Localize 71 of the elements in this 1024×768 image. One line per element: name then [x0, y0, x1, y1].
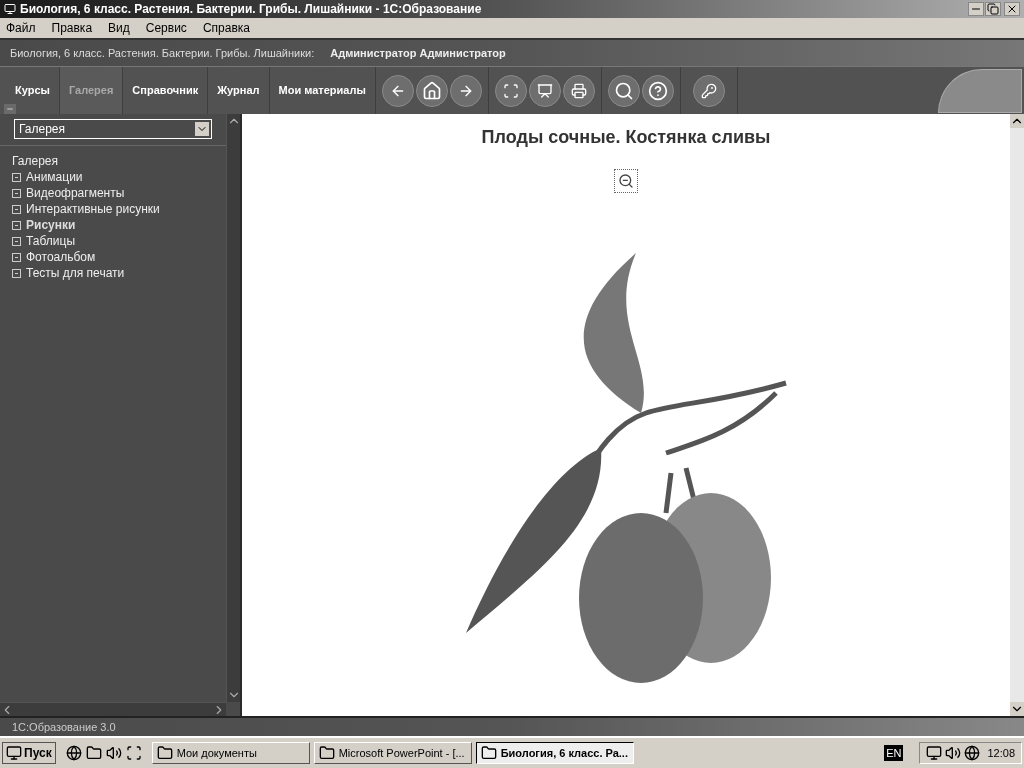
taskbar-button[interactable]: Microsoft PowerPoint - [...: [313, 742, 472, 764]
home-button[interactable]: [415, 74, 448, 107]
shortcut-icon[interactable]: [125, 745, 142, 761]
forward-button[interactable]: [449, 74, 482, 107]
home-icon: [421, 80, 442, 101]
start-button[interactable]: Пуск: [2, 742, 56, 764]
search-icon: [613, 80, 634, 101]
course-title: Биология, 6 класс. Растения. Бактерии. Грибы. Лишайники:: [10, 45, 315, 61]
fullscreen-button[interactable]: [494, 74, 527, 107]
vertical-scrollbar[interactable]: [226, 114, 240, 702]
horizontal-scrollbar[interactable]: [0, 702, 226, 716]
minimize-button[interactable]: [968, 2, 984, 16]
window-icon: [480, 745, 497, 761]
print-button[interactable]: [562, 74, 595, 107]
browser-icon[interactable]: [65, 745, 82, 761]
search-button[interactable]: [607, 74, 640, 107]
tree-root[interactable]: Галерея: [12, 153, 214, 169]
taskbar-button[interactable]: Биология, 6 класс. Ра...: [475, 742, 634, 764]
tree-item[interactable]: Рисунки: [26, 216, 76, 234]
taskbar-button[interactable]: Мои документы: [151, 742, 310, 764]
expand-icon[interactable]: [12, 204, 21, 214]
tree-item[interactable]: Анимации: [26, 168, 83, 186]
tray-icon[interactable]: [926, 745, 943, 761]
status-text: 1С:Образование 3.0: [12, 719, 116, 735]
tree-item[interactable]: Интерактивные рисунки: [26, 200, 160, 218]
content-scrollbar[interactable]: [1010, 114, 1024, 716]
back-button[interactable]: [381, 74, 414, 107]
expand-icon[interactable]: [12, 236, 21, 246]
help-icon: [647, 80, 668, 101]
logo-icon: [938, 69, 1022, 113]
close-icon: [1006, 3, 1018, 15]
scroll-down-icon[interactable]: [1010, 702, 1024, 716]
tree-item[interactable]: Тесты для печати: [26, 264, 125, 282]
restore-button[interactable]: [985, 2, 1001, 16]
close-button[interactable]: [1004, 2, 1020, 16]
expand-icon[interactable]: [12, 268, 21, 278]
language-indicator[interactable]: EN: [884, 744, 904, 762]
volume-icon[interactable]: [945, 745, 962, 761]
restore-icon: [987, 3, 999, 15]
fullscreen-icon: [502, 82, 519, 99]
scroll-up-icon[interactable]: [1010, 114, 1024, 128]
printer-icon: [570, 82, 587, 99]
menu-item[interactable]: Справка: [202, 19, 250, 37]
menu-item[interactable]: Правка: [51, 19, 93, 37]
menu-item[interactable]: Сервис: [145, 19, 187, 37]
expand-icon[interactable]: [12, 252, 21, 262]
network-icon[interactable]: [964, 745, 981, 761]
expand-icon[interactable]: [12, 188, 21, 198]
expand-icon[interactable]: [12, 172, 21, 182]
zoom-out-icon: [618, 173, 634, 189]
tree-item[interactable]: Фотоальбом: [26, 248, 96, 266]
key-icon: [700, 82, 717, 99]
image-title: Плоды сочные. Костянка сливы: [481, 126, 771, 149]
presentation-button[interactable]: [528, 74, 561, 107]
tree-item[interactable]: Таблицы: [26, 232, 75, 250]
window-icon: [318, 745, 335, 761]
category-dropdown[interactable]: Галерея: [14, 119, 212, 139]
app-icon: [4, 3, 16, 15]
clock: 12:08: [987, 745, 1015, 761]
window-icon: [156, 745, 173, 761]
expand-icon[interactable]: [12, 220, 21, 230]
presentation-board-icon: [536, 82, 553, 99]
zoom-out-button[interactable]: [614, 169, 638, 193]
menu-item[interactable]: Файл: [6, 19, 36, 37]
menu-item[interactable]: Вид: [108, 19, 130, 37]
tree-item[interactable]: Видеофрагменты: [26, 184, 125, 202]
key-button[interactable]: [692, 74, 725, 107]
help-button[interactable]: [641, 74, 674, 107]
user-name: Администратор Администратор: [330, 45, 506, 61]
window-title: Биология, 6 класс. Растения. Бактерии. Грибы. Лишайники - 1С:Образование: [20, 1, 483, 18]
minus-icon: [6, 105, 14, 113]
